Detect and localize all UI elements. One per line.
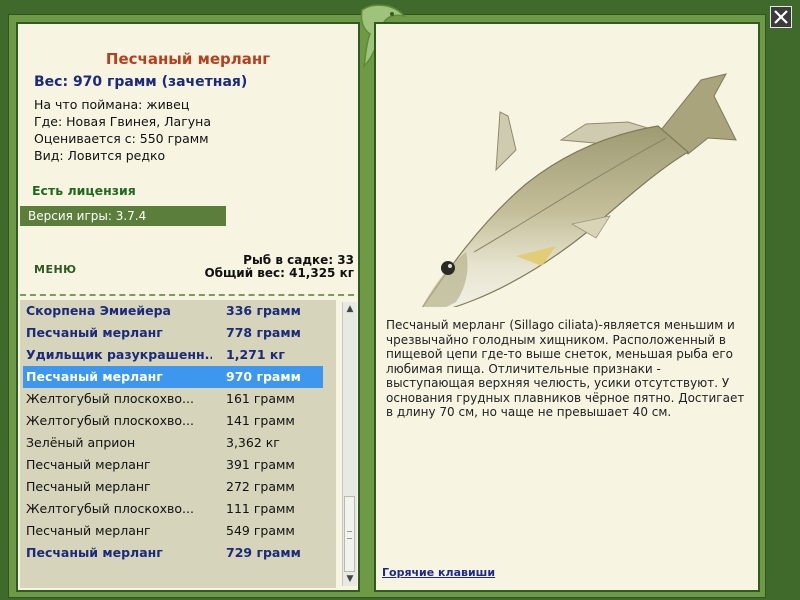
catch-name: Песчаный мерланг	[26, 325, 163, 340]
list-item[interactable]: Песчаный мерланг 391 грамм	[20, 454, 336, 476]
catch-name: Песчаный мерланг	[26, 479, 151, 494]
close-button[interactable]	[770, 6, 792, 28]
catch-weight: 729 грамм	[226, 545, 301, 560]
divider	[20, 294, 354, 296]
catch-weight: 1,271 кг	[226, 347, 285, 362]
list-item[interactable]: Песчаный мерланг 272 грамм	[20, 476, 336, 498]
list-item[interactable]: Желтогубый плоскохво... 111 грамм	[20, 498, 336, 520]
fish-title: Песчаный мерланг	[105, 50, 271, 68]
bait-info: На что поймана: живец	[34, 97, 190, 112]
hotkeys-link[interactable]: Горячие клавиши	[382, 566, 495, 579]
fish-detail-panel: Песчаный мерланг (Sillago ciliata)-являе…	[374, 22, 760, 592]
fish-description: Песчаный мерланг (Sillago ciliata)-являе…	[386, 318, 745, 419]
game-version: Версия игры: 3.7.4	[20, 206, 226, 226]
catch-name: Песчаный мерланг	[26, 523, 151, 538]
license-status: Есть лицензия	[32, 183, 136, 198]
list-item[interactable]: Желтогубый плоскохво... 141 грамм	[20, 410, 336, 432]
catch-weight: 391 грамм	[226, 457, 295, 472]
fish-illustration	[421, 73, 737, 307]
catch-weight: 336 грамм	[226, 303, 301, 318]
catch-weight: 272 грамм	[226, 479, 295, 494]
valued-from-info: Оценивается с: 550 грамм	[34, 131, 209, 146]
catch-list: Скорпена Эмиейера 336 грамм Песчаный мер…	[20, 300, 336, 588]
catch-name: Песчаный мерланг	[26, 545, 163, 560]
cage-fish-count: Рыб в садке: 33	[243, 253, 354, 267]
catch-weight: 778 грамм	[226, 325, 301, 340]
fish-weight: Вес: 970 грамм (зачетная)	[34, 74, 248, 90]
list-item[interactable]: Зелёный априон 3,362 кг	[20, 432, 336, 454]
list-item[interactable]: Песчаный мерланг 778 грамм	[20, 322, 336, 344]
cage-total-weight: Общий вес: 41,325 кг	[204, 266, 354, 280]
menu-button[interactable]: МЕНЮ	[34, 263, 77, 276]
list-item[interactable]: Песчаный мерланг 549 грамм	[20, 520, 336, 542]
catch-name: Желтогубый плоскохво...	[26, 501, 194, 516]
catch-name: Песчаный мерланг	[26, 369, 163, 384]
catch-name: Удильщик разукрашенн...	[26, 347, 212, 362]
scroll-up-icon[interactable]: ▲	[343, 302, 357, 316]
scroll-down-icon[interactable]: ▼	[343, 572, 357, 586]
list-scrollbar[interactable]: ▲ ▼	[342, 302, 357, 586]
catch-weight: 161 грамм	[226, 391, 295, 406]
rarity-info: Вид: Ловится редко	[34, 148, 166, 163]
catch-name: Желтогубый плоскохво...	[26, 391, 194, 406]
catch-name: Зелёный априон	[26, 435, 136, 450]
close-icon	[774, 10, 788, 24]
list-item[interactable]: Песчаный мерланг 729 грамм	[20, 542, 336, 564]
list-item-selected[interactable]: Песчаный мерланг 970 грамм	[23, 366, 323, 388]
location-info: Где: Новая Гвинея, Лагуна	[34, 114, 212, 129]
catch-weight: 3,362 кг	[226, 435, 280, 450]
catch-name: Желтогубый плоскохво...	[26, 413, 194, 428]
catch-name: Песчаный мерланг	[26, 457, 151, 472]
scroll-thumb[interactable]	[344, 496, 355, 572]
list-item[interactable]: Желтогубый плоскохво... 161 грамм	[20, 388, 336, 410]
grip-icon	[347, 531, 352, 539]
catch-weight: 549 грамм	[226, 523, 295, 538]
catch-weight: 970 грамм	[226, 369, 301, 384]
catch-name: Скорпена Эмиейера	[26, 303, 171, 318]
catch-weight: 141 грамм	[226, 413, 295, 428]
list-item[interactable]: Скорпена Эмиейера 336 грамм	[20, 300, 336, 322]
list-item[interactable]: Удильщик разукрашенн... 1,271 кг	[20, 344, 336, 366]
catch-weight: 111 грамм	[226, 501, 295, 516]
fish-info-panel: Песчаный мерланг Вес: 970 грамм (зачетна…	[16, 22, 360, 592]
